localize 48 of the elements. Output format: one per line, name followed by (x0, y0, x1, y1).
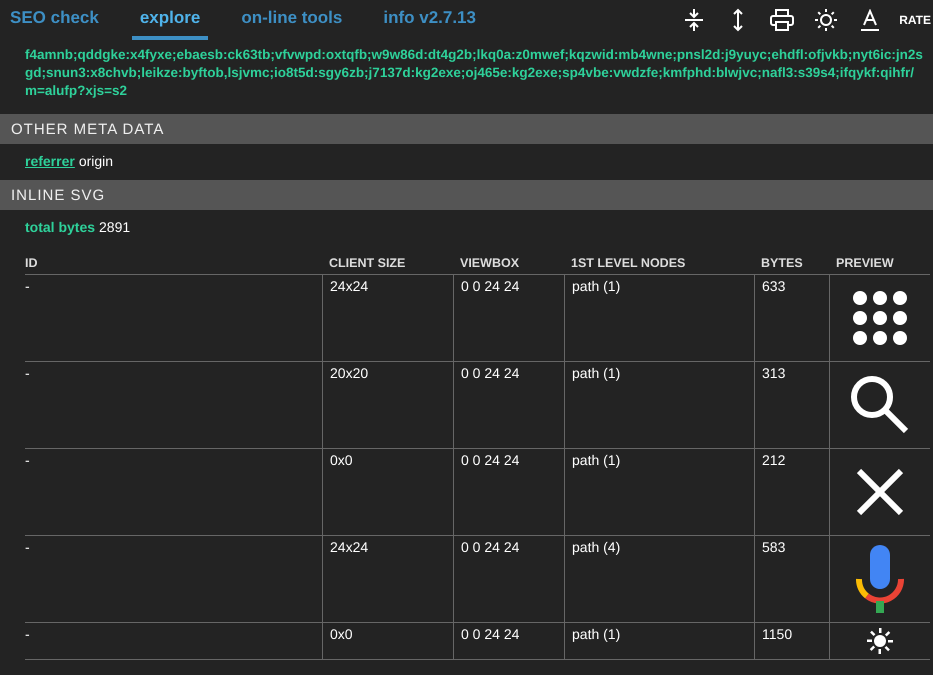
column-header: ID (25, 256, 322, 275)
section-header: OTHER META DATA (0, 114, 933, 144)
table-cell: path (1) (564, 449, 754, 536)
rate-button[interactable]: RATE (899, 13, 931, 27)
column-header: BYTES (754, 256, 829, 275)
section-header: INLINE SVG (0, 180, 933, 210)
table-cell: 1150 (754, 623, 829, 660)
table-cell: - (25, 275, 322, 362)
nav-tab[interactable]: info v2.7.13 (375, 0, 484, 40)
table-cell: path (1) (564, 362, 754, 449)
dots-grid-icon (852, 290, 908, 346)
nav-tab[interactable]: on-line tools (233, 0, 350, 40)
table-cell: 20x20 (322, 362, 453, 449)
meta-value: origin (78, 153, 114, 169)
table-cell: 212 (754, 449, 829, 536)
table-cell: 24x24 (322, 536, 453, 623)
meta-text: f4amnb;qddgke:x4fyxe;ebaesb:ck63tb;vfvwpd:oxtqfb;w9w86d:dt4g2b;lkq0a:z0mwef;kqzwid:mb4wne;pnsl2d:j9yuyc;ehdfl:ofjvkb;nyt6ic:jn2sgd;snun3:x8chvb;leikze:byftob,lsjvmc;io8t5d:sgy6zb;j7137d:kg2exe;oj465e:kg2exe;sp4vbe:vwdzfe;kmfphd:blwjvc;nafl3:s39s4;ifqykf:qihfr/m=alufp?xjs=s2 (24, 46, 924, 100)
table-cell: 0 0 24 24 (453, 623, 564, 660)
search-icon (850, 375, 910, 435)
column-header: VIEWBOX (453, 256, 564, 275)
table-cell: - (25, 362, 322, 449)
table-cell: 633 (754, 275, 829, 362)
table-cell: 0 0 24 24 (453, 362, 564, 449)
table-cell: 0 0 24 24 (453, 275, 564, 362)
sun-icon (866, 627, 894, 655)
table-cell: path (1) (564, 275, 754, 362)
table-cell: 583 (754, 536, 829, 623)
table-cell: 0 0 24 24 (453, 536, 564, 623)
table-cell: 0 0 24 24 (453, 449, 564, 536)
nav-tab[interactable]: explore (132, 0, 208, 40)
table-cell: 313 (754, 362, 829, 449)
table-cell: - (25, 623, 322, 660)
meta-key-link[interactable]: referrer (25, 153, 75, 169)
table-cell: 0x0 (322, 449, 453, 536)
table-cell: - (25, 449, 322, 536)
column-header: PREVIEW (829, 256, 930, 275)
nav-tab[interactable]: SEO check (2, 0, 107, 40)
table-cell: 0x0 (322, 623, 453, 660)
table-cell: 24x24 (322, 275, 453, 362)
microphone-icon (856, 545, 904, 613)
table-cell: path (1) (564, 623, 754, 660)
total-bytes-value: 2891 (99, 219, 130, 235)
table-cell: path (4) (564, 536, 754, 623)
column-header: 1ST LEVEL NODES (564, 256, 754, 275)
column-header: CLIENT SIZE (322, 256, 453, 275)
total-bytes-label: total bytes (25, 219, 96, 235)
table-cell: - (25, 536, 322, 623)
close-icon (856, 468, 904, 516)
